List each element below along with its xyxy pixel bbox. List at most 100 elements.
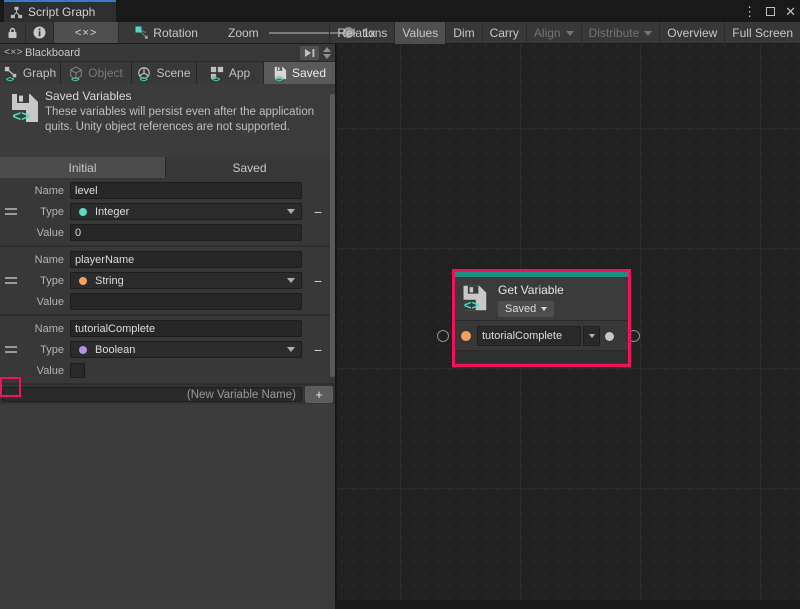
- annotation-highlight-handle: [0, 377, 21, 397]
- value-output-port[interactable]: [605, 332, 614, 341]
- arrow-up-icon[interactable]: [323, 47, 331, 52]
- dock-icon: [304, 48, 316, 58]
- type-boolean-icon: [79, 346, 87, 354]
- blackboard-header: <×> Blackboard: [0, 44, 335, 62]
- new-variable-input[interactable]: [2, 387, 302, 402]
- app-grid-icon: <>: [210, 66, 225, 81]
- dock-button[interactable]: [300, 46, 319, 60]
- window-menu-icon[interactable]: ⋮: [743, 5, 756, 18]
- distribute-dropdown[interactable]: Distribute: [582, 22, 661, 44]
- variable-row: Name Type String − Value: [0, 247, 335, 314]
- node-footer: [455, 350, 628, 363]
- drag-handle[interactable]: [5, 346, 17, 353]
- node-ports-row: [455, 320, 628, 350]
- node-header[interactable]: <> Get Variable Saved: [455, 277, 628, 320]
- saved-variables-title: Saved Variables: [45, 89, 132, 103]
- variable-value-checkbox[interactable]: [70, 363, 85, 378]
- panel-empty-area: [0, 404, 335, 609]
- saved-variables-description: These variables will persist even after …: [45, 105, 336, 135]
- svg-text:<>: <>: [12, 108, 30, 124]
- dim-button[interactable]: Dim: [446, 22, 482, 44]
- node-left-connection-port[interactable]: [437, 330, 449, 342]
- carry-button[interactable]: Carry: [483, 22, 527, 44]
- node-title: Get Variable: [498, 283, 564, 297]
- title-bar: Script Graph ⋮ ✕: [0, 0, 800, 22]
- blackboard-panel: <×> Blackboard: [0, 44, 336, 600]
- graph-toolbar: <×> Rotation Zoom 1x Relations: [0, 22, 800, 44]
- initial-saved-tabs: Initial Saved: [0, 157, 335, 178]
- chevron-down-icon: [541, 307, 547, 311]
- tab-app[interactable]: <> App: [197, 62, 263, 84]
- panel-scroll-arrows[interactable]: [321, 45, 333, 61]
- chevron-down-icon: [589, 334, 595, 338]
- tab-scene[interactable]: <> Scene: [132, 62, 196, 84]
- remove-variable-button[interactable]: −: [314, 343, 322, 357]
- variables-list: Name Type Integer − Value: [0, 178, 335, 609]
- variable-name-input[interactable]: [70, 182, 302, 199]
- rotation-label: Rotation: [153, 26, 198, 40]
- close-icon[interactable]: ✕: [785, 5, 796, 18]
- align-dropdown[interactable]: Align: [527, 22, 582, 44]
- variable-type-dropdown[interactable]: Boolean: [70, 341, 302, 358]
- relations-button[interactable]: Relations: [330, 22, 395, 44]
- info-icon: [33, 26, 46, 39]
- panel-scrollbar-thumb[interactable]: [330, 94, 335, 377]
- chevron-down-icon: [644, 31, 652, 36]
- type-string-icon: [79, 277, 87, 285]
- tab-saved-values[interactable]: Saved: [166, 157, 333, 178]
- rotation-icon: [135, 26, 148, 39]
- tab-script-graph[interactable]: Script Graph: [4, 0, 116, 22]
- floppy-icon: <>: [8, 92, 40, 124]
- rotation-button[interactable]: Rotation: [129, 22, 204, 43]
- variable-scope-tabs: <> Graph <> Object: [0, 62, 335, 84]
- add-variable-button[interactable]: +: [305, 386, 333, 403]
- arrow-down-icon[interactable]: [323, 54, 331, 59]
- blackboard-title: Blackboard: [25, 47, 80, 59]
- script-graph-icon: [10, 6, 23, 19]
- tab-graph[interactable]: <> Graph: [0, 62, 60, 84]
- variable-scope-dropdown[interactable]: Saved: [498, 301, 554, 317]
- remove-variable-button[interactable]: −: [314, 205, 322, 219]
- script-graph-window: Script Graph ⋮ ✕: [0, 0, 800, 600]
- maximize-icon[interactable]: [766, 7, 775, 16]
- tab-object[interactable]: <> Object: [61, 62, 131, 84]
- fullscreen-button[interactable]: Full Screen: [725, 22, 800, 44]
- variable-row: Name Type Integer − Value: [0, 178, 335, 245]
- remove-variable-button[interactable]: −: [314, 274, 322, 288]
- info-button[interactable]: [26, 22, 54, 43]
- variables-icon: <×>: [4, 47, 23, 58]
- tab-initial[interactable]: Initial: [0, 157, 165, 178]
- variables-icon: <×>: [61, 27, 111, 39]
- drag-handle[interactable]: [5, 208, 17, 215]
- variable-picker-dropdown[interactable]: [583, 326, 600, 346]
- lock-button[interactable]: [0, 22, 26, 43]
- scene-icon: <>: [137, 66, 152, 81]
- chevron-down-icon: [287, 347, 295, 352]
- variable-row: Name Type Boolean − Value: [0, 316, 335, 383]
- saved-variables-info: <> Saved Variables These variables will …: [0, 84, 335, 157]
- zoom-label: Zoom: [228, 22, 259, 43]
- drag-handle[interactable]: [5, 277, 17, 284]
- variable-type-dropdown[interactable]: Integer: [70, 203, 302, 220]
- get-variable-node[interactable]: <> Get Variable Saved: [452, 269, 631, 367]
- variable-value-input[interactable]: [70, 224, 302, 241]
- graph-icon: <>: [4, 66, 19, 81]
- variable-name-input[interactable]: [70, 320, 302, 337]
- type-integer-icon: [79, 208, 87, 216]
- string-input-port[interactable]: [461, 331, 471, 341]
- lock-icon: [7, 27, 18, 39]
- chevron-down-icon: [287, 209, 295, 214]
- tab-saved[interactable]: <> Saved: [264, 62, 335, 84]
- svg-text:<>: <>: [464, 298, 480, 312]
- new-variable-row: +: [0, 385, 335, 404]
- cube-icon: <>: [69, 66, 84, 81]
- chevron-down-icon: [566, 31, 574, 36]
- overview-button[interactable]: Overview: [660, 22, 725, 44]
- variable-value-input[interactable]: [70, 293, 302, 310]
- window-tab-title: Script Graph: [28, 5, 95, 19]
- variables-toggle-button[interactable]: <×>: [54, 22, 119, 43]
- variable-type-dropdown[interactable]: String: [70, 272, 302, 289]
- variable-name-field[interactable]: [477, 326, 581, 346]
- values-button[interactable]: Values: [395, 22, 446, 44]
- variable-name-input[interactable]: [70, 251, 302, 268]
